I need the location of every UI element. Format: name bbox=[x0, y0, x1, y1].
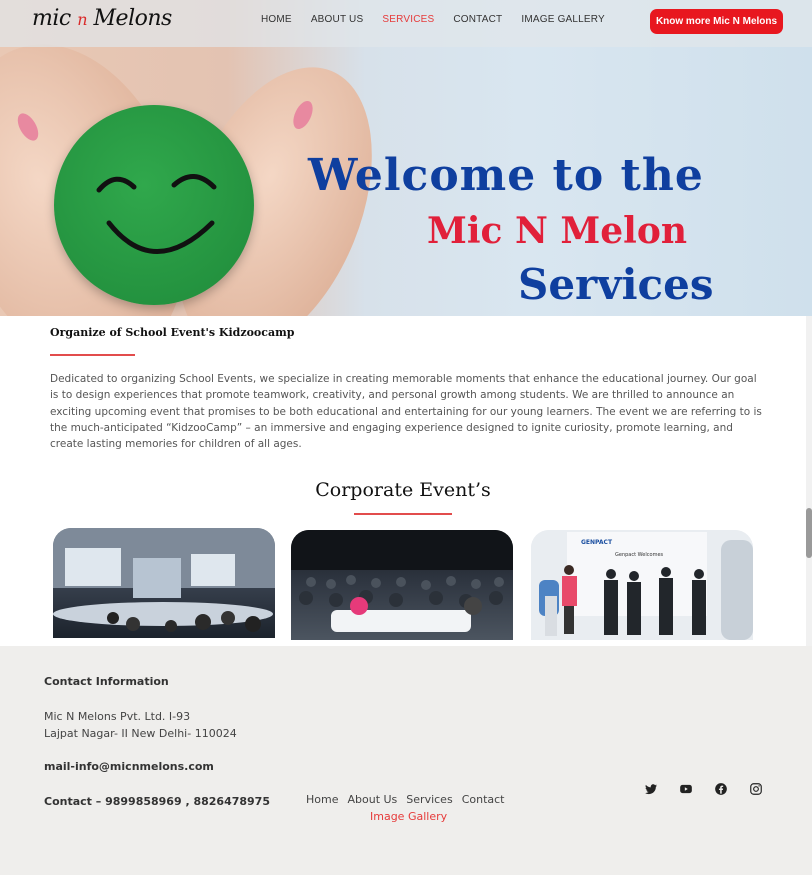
logo-text-n: n bbox=[77, 10, 88, 29]
corporate-event-image-1[interactable] bbox=[53, 528, 275, 638]
address-line-2: Lajpat Nagar- II New Delhi- 110024 bbox=[44, 726, 237, 740]
corporate-events-title: Corporate Event’s bbox=[315, 479, 491, 501]
footer-email[interactable]: mail-info@micnmelons.com bbox=[44, 760, 214, 773]
instagram-icon[interactable] bbox=[749, 782, 763, 796]
hero-title-line-2: Mic N Melon bbox=[427, 210, 688, 252]
logo-text-melons: Melons bbox=[93, 6, 173, 31]
hero-title-line-1: Welcome to the bbox=[308, 150, 704, 201]
section-description: Dedicated to organizing School Events, w… bbox=[50, 373, 762, 451]
logo-text-mic: mic bbox=[32, 6, 71, 31]
section-title-underline bbox=[50, 354, 135, 356]
social-links bbox=[644, 782, 763, 796]
footer-nav: Home About Us Services Contact bbox=[306, 793, 504, 806]
nav-contact[interactable]: CONTACT bbox=[453, 14, 502, 25]
footer-link-contact[interactable]: Contact bbox=[462, 793, 505, 806]
corporate-event-image-3[interactable]: GENPACT Genpact Welcomes bbox=[531, 530, 753, 640]
footer-link-about-us[interactable]: About Us bbox=[347, 793, 397, 806]
genpact-banner-text: Genpact Welcomes bbox=[615, 552, 664, 558]
top-navbar: mic n Melons HOME ABOUT US SERVICES CONT… bbox=[0, 0, 812, 47]
corporate-title-underline bbox=[354, 513, 452, 515]
main-nav: HOME ABOUT US SERVICES CONTACT IMAGE GAL… bbox=[261, 14, 605, 25]
nav-home[interactable]: HOME bbox=[261, 14, 292, 25]
footer-address: Mic N Melons Pvt. Ltd. I-93 Lajpat Nagar… bbox=[44, 709, 237, 742]
nav-about-us[interactable]: ABOUT US bbox=[311, 14, 364, 25]
youtube-icon[interactable] bbox=[679, 782, 693, 796]
smiley-face-image bbox=[54, 105, 254, 305]
page-scrollbar[interactable] bbox=[806, 316, 812, 646]
scrollbar-thumb[interactable] bbox=[806, 508, 812, 558]
nav-services[interactable]: SERVICES bbox=[382, 14, 434, 25]
contact-info-heading: Contact Information bbox=[44, 675, 169, 688]
facebook-icon[interactable] bbox=[714, 782, 728, 796]
footer-phone[interactable]: Contact – 9899858969 , 8826478975 bbox=[44, 795, 270, 808]
address-line-1: Mic N Melons Pvt. Ltd. I-93 bbox=[44, 710, 191, 723]
corporate-event-image-2[interactable] bbox=[291, 530, 513, 640]
section-title: Organize of School Event's Kidzoocamp bbox=[50, 326, 295, 339]
footer-link-image-gallery[interactable]: Image Gallery bbox=[370, 810, 447, 823]
nav-image-gallery[interactable]: IMAGE GALLERY bbox=[521, 14, 605, 25]
hero-title-line-3: Services bbox=[518, 260, 714, 309]
footer-link-home[interactable]: Home bbox=[306, 793, 338, 806]
site-logo[interactable]: mic n Melons bbox=[32, 6, 172, 31]
hero-banner: Welcome to the Mic N Melon Services bbox=[0, 0, 812, 316]
know-more-button[interactable]: Know more Mic N Melons bbox=[650, 9, 783, 34]
twitter-icon[interactable] bbox=[644, 782, 658, 796]
genpact-logo-text: GENPACT bbox=[581, 539, 613, 546]
footer-link-services[interactable]: Services bbox=[406, 793, 452, 806]
